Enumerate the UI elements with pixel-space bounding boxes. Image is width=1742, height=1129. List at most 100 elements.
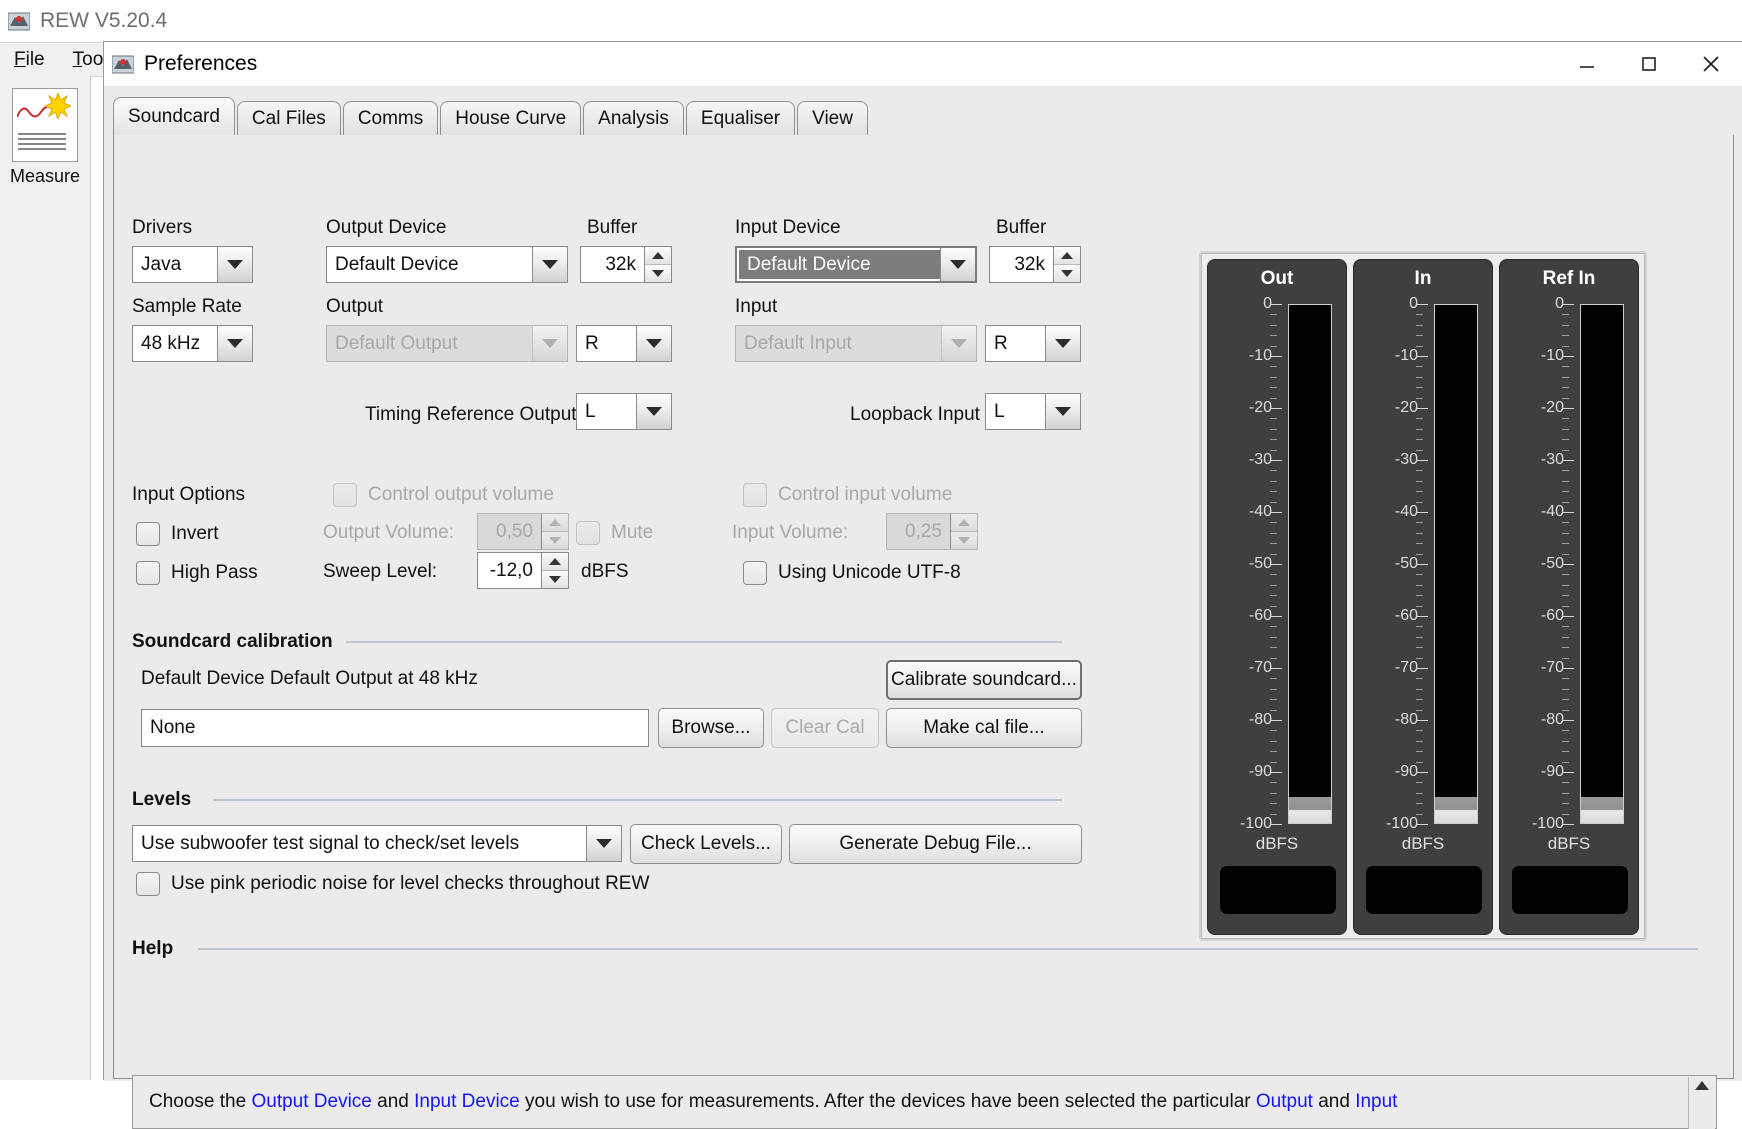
output-buffer-stepper[interactable] (644, 247, 671, 282)
scale-label: -100 (1385, 815, 1418, 832)
output-buffer-spinner[interactable]: 32k (580, 246, 672, 283)
chevron-down-icon[interactable] (217, 326, 252, 361)
tab-soundcard-label: Soundcard (128, 105, 220, 127)
meter-out-level-head (1289, 797, 1331, 823)
stepper-down-icon[interactable] (542, 571, 568, 588)
tab-house-curve[interactable]: House Curve (440, 101, 582, 135)
invert-checkbox[interactable]: Invert (136, 522, 219, 546)
tab-equaliser[interactable]: Equaliser (685, 101, 796, 135)
help-link[interactable]: Output (1256, 1091, 1313, 1112)
scale-label: -20 (1248, 399, 1272, 416)
timing-reference-output-combo[interactable]: L (576, 393, 672, 430)
sidebar-item-measure-label: Measure (9, 166, 81, 186)
check-levels-button[interactable]: Check Levels... (630, 824, 782, 864)
test-signal-combo[interactable]: Use subwoofer test signal to check/set l… (132, 825, 622, 862)
loopback-input-value: L (994, 400, 1005, 422)
close-icon[interactable] (1680, 42, 1742, 86)
input-channel-value: R (994, 332, 1008, 354)
calibrate-soundcard-button[interactable]: Calibrate soundcard... (886, 660, 1082, 700)
help-link[interactable]: Output Device (251, 1091, 371, 1112)
chevron-down-icon[interactable] (217, 247, 252, 282)
chevron-down-icon[interactable] (636, 394, 671, 429)
chevron-down-icon[interactable] (1045, 394, 1080, 429)
scroll-up-icon[interactable] (1695, 1081, 1709, 1090)
help-scrollbar[interactable] (1688, 1077, 1715, 1129)
help-link[interactable]: Input Device (414, 1091, 520, 1112)
stepper-up-icon (951, 514, 977, 532)
tab-comms-label: Comms (357, 107, 424, 129)
checkbox-box[interactable] (743, 561, 767, 585)
tab-analysis[interactable]: Analysis (583, 101, 684, 135)
chevron-down-icon[interactable] (586, 826, 621, 861)
sweep-level-label: Sweep Level: (323, 561, 438, 582)
sample-rate-combo[interactable]: 48 kHz (132, 325, 253, 362)
checkbox-box[interactable] (136, 522, 160, 546)
chevron-down-icon[interactable] (636, 326, 671, 361)
scale-label: -10 (1394, 347, 1418, 364)
generate-debug-file-button[interactable]: Generate Debug File... (789, 824, 1082, 864)
meter-ref-in-ticks (1562, 304, 1574, 825)
stepper-up-icon[interactable] (645, 247, 671, 265)
high-pass-checkbox[interactable]: High Pass (136, 561, 258, 585)
minimize-icon[interactable] (1556, 42, 1618, 86)
sidebar-item-measure[interactable]: Measure (8, 88, 82, 187)
measure-icon (12, 88, 78, 162)
scale-label: -50 (1248, 555, 1272, 572)
cal-file-input[interactable]: None (141, 709, 649, 747)
preferences-titlebar[interactable]: Preferences (104, 42, 1742, 86)
output-device-combo[interactable]: Default Device (326, 246, 568, 283)
meter-out-units: dBFS (1255, 834, 1299, 853)
input-device-combo[interactable]: Default Device (735, 246, 977, 283)
chevron-down-icon[interactable] (940, 248, 975, 281)
menu-file[interactable]: File (0, 49, 59, 71)
meter-out: Out 0 -10 -20 -30 -40 -50 -60 -70 -80 -9… (1207, 259, 1347, 935)
meter-out-title: Out (1260, 268, 1294, 289)
stepper-down-icon[interactable] (1054, 265, 1080, 282)
browse-button[interactable]: Browse... (658, 708, 764, 748)
input-buffer-stepper[interactable] (1053, 247, 1080, 282)
chevron-down-icon (532, 326, 567, 361)
sweep-level-spinner[interactable]: -12,0 (477, 552, 569, 589)
timing-reference-output-label: Timing Reference Output (365, 404, 577, 425)
sweep-level-stepper[interactable] (541, 553, 568, 588)
meter-ref-in-units: dBFS (1547, 834, 1591, 853)
soundcard-calibration-section-title: Soundcard calibration (132, 631, 343, 653)
checkbox-box[interactable] (136, 561, 160, 585)
output-combo: Default Output (326, 325, 568, 362)
input-device-label: Input Device (735, 217, 841, 238)
meter-ref-in-bar (1580, 304, 1624, 824)
pink-noise-checkbox[interactable]: Use pink periodic noise for level checks… (136, 872, 649, 896)
scale-label: -30 (1540, 451, 1564, 468)
input-buffer-spinner[interactable]: 32k (989, 246, 1081, 283)
tab-comms[interactable]: Comms (342, 101, 439, 135)
scale-label: -70 (1248, 659, 1272, 676)
scale-label: -10 (1540, 347, 1564, 364)
scale-label: -60 (1540, 607, 1564, 624)
output-combo-value: Default Output (335, 332, 458, 354)
input-channel-combo[interactable]: R (985, 325, 1081, 362)
checkbox-box[interactable] (136, 872, 160, 896)
tab-cal-files[interactable]: Cal Files (236, 101, 341, 135)
chevron-down-icon[interactable] (532, 247, 567, 282)
scale-label: -80 (1540, 711, 1564, 728)
meter-in-title: In (1414, 268, 1432, 289)
make-cal-file-button[interactable]: Make cal file... (886, 708, 1082, 748)
drivers-label: Drivers (132, 217, 193, 238)
stepper-up-icon[interactable] (542, 553, 568, 571)
using-unicode-checkbox[interactable]: Using Unicode UTF-8 (743, 561, 961, 585)
help-link[interactable]: Input (1355, 1091, 1397, 1112)
drivers-combo[interactable]: Java (132, 246, 253, 283)
calibration-description: Default Device Default Output at 48 kHz (141, 668, 478, 689)
chevron-down-icon[interactable] (1045, 326, 1080, 361)
drivers-combo-value: Java (141, 253, 182, 275)
stepper-up-icon[interactable] (1054, 247, 1080, 265)
maximize-icon[interactable] (1618, 42, 1680, 86)
loopback-input-combo[interactable]: L (985, 393, 1081, 430)
tab-view[interactable]: View (797, 101, 868, 135)
scale-label: -50 (1394, 555, 1418, 572)
output-channel-combo[interactable]: R (576, 325, 672, 362)
stepper-down-icon[interactable] (645, 265, 671, 282)
input-label: Input (735, 296, 778, 317)
tab-soundcard[interactable]: Soundcard (113, 97, 235, 135)
help-text: Choose the Output Device and Input Devic… (133, 1091, 1397, 1113)
